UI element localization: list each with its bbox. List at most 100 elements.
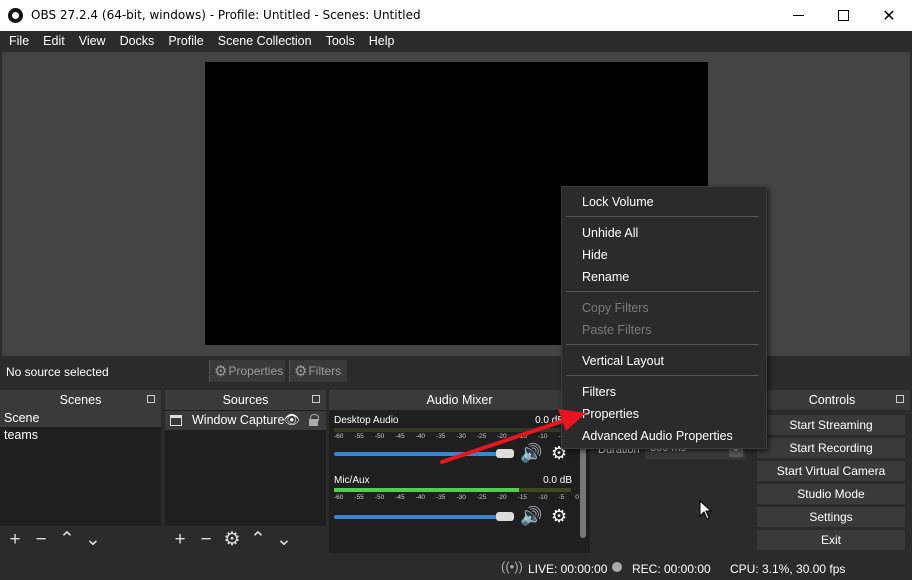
menu-item-hide[interactable]: Hide [582,248,608,262]
volume-slider-desktop-audio[interactable] [334,449,514,458]
menu-item-vertical-layout[interactable]: Vertical Layout [582,354,664,368]
sources-dock-title: Sources [165,390,326,410]
menu-item-copy-filters: Copy Filters [582,301,649,315]
speaker-icon[interactable]: 🔊 [520,443,542,464]
menu-view[interactable]: View [72,31,113,52]
meter-scale-tick: -40 [415,494,426,501]
mouse-cursor-icon [699,500,713,520]
menu-item-rename[interactable]: Rename [582,270,629,284]
add-icon[interactable]: + [6,529,24,551]
volume-meter-fill [334,488,519,492]
meter-scale-tick: -60 [334,433,344,440]
menu-bar: File Edit View Docks Profile Scene Colle… [0,31,912,52]
volume-slider-mic-aux[interactable] [334,512,514,521]
scene-item-teams[interactable]: teams [0,427,161,444]
menu-help[interactable]: Help [362,31,402,52]
gear-icon[interactable]: ⚙ [551,506,567,527]
track-name-desktop-audio: Desktop Audio [334,415,399,426]
remove-icon[interactable]: − [32,529,50,551]
sources-toolbar: + − ⚙ ⌃ ⌄ [165,526,326,553]
controls-dock: Controls Start Streaming Start Recording… [754,390,910,553]
menu-separator [566,375,759,376]
minimize-button[interactable] [775,0,821,31]
move-up-icon[interactable]: ⌃ [58,528,76,551]
add-icon[interactable]: + [171,529,189,551]
window-capture-icon [170,415,182,426]
move-down-icon[interactable]: ⌄ [84,528,102,551]
source-item-label: Window Capture [192,413,285,427]
meter-scale-tick: -60 [334,494,344,501]
menu-profile[interactable]: Profile [161,31,210,52]
context-bar [2,356,910,386]
meter-scale-tick: -45 [395,433,405,440]
window-title: OBS 27.2.4 (64-bit, windows) - Profile: … [31,8,421,22]
close-icon: ✕ [882,7,896,25]
controls-title: Controls [754,390,910,410]
minimize-icon [792,15,804,16]
dock-float-icon[interactable] [896,395,904,403]
context-menu: Lock Volume Unhide All Hide Rename Copy … [561,186,767,449]
meter-scale-tick: -30 [456,433,466,440]
properties-button[interactable]: ⚙ Properties [209,360,285,382]
dock-float-icon[interactable] [147,395,155,403]
record-dot-icon [612,562,622,572]
remove-icon[interactable]: − [197,529,215,551]
title-bar: OBS 27.2.4 (64-bit, windows) - Profile: … [0,0,912,31]
filters-button[interactable]: ⚙ Filters [289,360,347,382]
menu-file[interactable]: File [2,31,36,52]
menu-item-paste-filters: Paste Filters [582,323,652,337]
menu-separator [566,344,759,345]
scenes-list: Scene teams [0,410,161,526]
meter-scale-tick: -15 [517,494,528,501]
meter-scale-tick: -35 [436,433,446,440]
volume-meter-desktop-audio [334,428,571,432]
meter-scale-tick: -45 [395,494,405,501]
menu-edit[interactable]: Edit [36,31,72,52]
close-button[interactable]: ✕ [866,0,912,31]
meter-scale-tick: -10 [538,494,548,501]
live-broadcast-icon: ((•)) [501,559,523,574]
meter-scale-tick: -40 [415,433,426,440]
scene-item-scene[interactable]: Scene [0,410,161,427]
lock-icon[interactable] [309,414,319,426]
start-streaming-button[interactable]: Start Streaming [757,415,905,435]
menu-item-properties[interactable]: Properties [582,407,639,421]
live-timer: LIVE: 00:00:00 [528,562,608,576]
meter-scale-tick: -50 [374,494,385,501]
start-virtual-camera-button[interactable]: Start Virtual Camera [757,461,905,481]
volume-slider-knob[interactable] [496,512,514,521]
move-up-icon[interactable]: ⌃ [249,528,267,551]
meter-scale-tick: -10 [538,433,548,440]
dock-float-icon[interactable] [312,395,320,403]
start-recording-button[interactable]: Start Recording [757,438,905,458]
settings-button[interactable]: Settings [757,507,905,527]
meter-scale-tick: -5 [558,494,565,501]
scenes-dock: Scenes Scene teams + − ⌃ ⌄ [0,390,161,553]
scenes-dock-title: Scenes [0,390,161,410]
menu-item-filters[interactable]: Filters [582,385,616,399]
visibility-eye-icon[interactable]: 👁 [283,412,300,428]
maximize-button[interactable] [820,0,866,31]
source-item[interactable]: Window Capture 👁 [165,411,326,430]
menu-item-unhide-all[interactable]: Unhide All [582,226,638,240]
menu-scene-collection[interactable]: Scene Collection [211,31,319,52]
exit-button[interactable]: Exit [757,530,905,550]
volume-slider-knob[interactable] [496,449,514,458]
move-down-icon[interactable]: ⌄ [275,528,293,551]
gear-icon[interactable]: ⚙ [223,528,241,551]
meter-scale-tick: -55 [354,433,364,440]
meter-scale: -60-55-50-45-40-35-30-25-20-15-10-50 [334,433,579,440]
speaker-icon[interactable]: 🔊 [520,506,542,527]
meter-scale-tick: -25 [476,433,487,440]
obs-logo-icon [8,8,23,23]
source-status-label: No source selected [6,365,109,379]
gear-icon: ⚙ [214,363,228,380]
menu-item-lock-volume[interactable]: Lock Volume [582,195,654,209]
studio-mode-button[interactable]: Studio Mode [757,484,905,504]
meter-scale-tick: -30 [456,494,466,501]
meter-scale-tick: -15 [517,433,528,440]
rec-timer: REC: 00:00:00 [632,562,711,576]
menu-item-advanced-audio-properties[interactable]: Advanced Audio Properties [582,429,733,443]
menu-docks[interactable]: Docks [113,31,162,52]
menu-tools[interactable]: Tools [319,31,362,52]
